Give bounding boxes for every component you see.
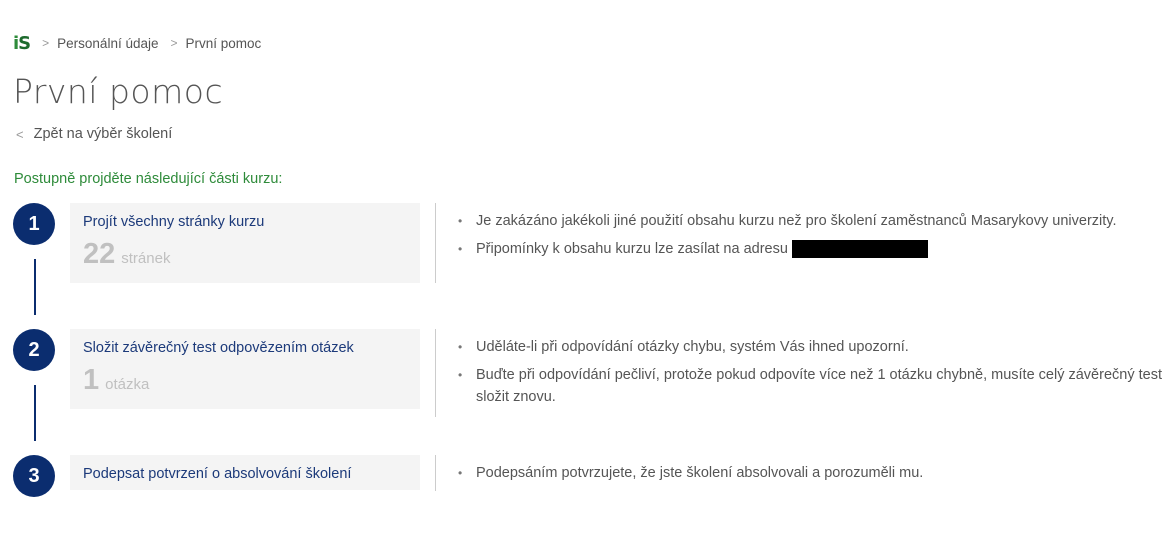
breadcrumb-item-personal-data[interactable]: Personální údaje bbox=[57, 36, 158, 51]
breadcrumb-item-first-aid: První pomoc bbox=[185, 35, 262, 51]
step-count-number: 22 bbox=[83, 238, 116, 270]
step-count: 22 stránek bbox=[83, 239, 407, 269]
intro-text: Postupně projděte následující části kurz… bbox=[14, 171, 283, 187]
step-number-2: 2 bbox=[13, 329, 55, 371]
step-notes-1: Je zakázáno jakékoli jiné použití obsahu… bbox=[458, 210, 1170, 266]
page-title: První pomoc bbox=[13, 72, 224, 111]
chevron-right-icon: > bbox=[170, 36, 178, 50]
list-item: Připomínky k obsahu kurzu lze zasílat na… bbox=[458, 238, 1170, 260]
list-item: Podepsáním potvrzujete, že jste školení … bbox=[458, 462, 1170, 484]
step-number-1: 1 bbox=[13, 203, 55, 245]
divider bbox=[435, 329, 436, 417]
chevron-right-icon: > bbox=[42, 36, 50, 50]
step-title: Projít všechny stránky kurzu bbox=[83, 214, 265, 230]
redacted-email bbox=[791, 240, 928, 259]
step-count: 1 otázka bbox=[83, 365, 407, 395]
breadcrumb: iS > Personální údaje > První pomoc bbox=[13, 32, 261, 54]
step-count-unit: stránek bbox=[121, 250, 171, 267]
divider bbox=[435, 203, 436, 283]
back-link[interactable]: < Zpět na výběr školení bbox=[16, 126, 172, 142]
chevron-left-icon: < bbox=[16, 126, 24, 142]
is-logo[interactable]: iS bbox=[13, 33, 31, 54]
step-card-2: Složit závěrečný test odpovězením otázek… bbox=[70, 329, 420, 409]
list-item: Uděláte-li při odpovídání otázky chybu, … bbox=[458, 336, 1170, 358]
step-notes-3: Podepsáním potvrzujete, že jste školení … bbox=[458, 462, 1170, 490]
divider bbox=[435, 455, 436, 491]
step-card-3: Podepsat potvrzení o absolvování školení bbox=[70, 455, 420, 490]
step-connector bbox=[34, 385, 36, 441]
back-link-label: Zpět na výběr školení bbox=[33, 126, 173, 142]
step-title: Podepsat potvrzení o absolvování školení bbox=[83, 466, 352, 482]
step-number-3: 3 bbox=[13, 455, 55, 497]
step-count-number: 1 bbox=[83, 364, 100, 396]
step-title: Složit závěrečný test odpovězením otázek bbox=[83, 340, 354, 356]
step-count-unit: otázka bbox=[105, 376, 150, 393]
list-item: Buďte při odpovídání pečliví, protože po… bbox=[458, 364, 1170, 408]
list-item: Je zakázáno jakékoli jiné použití obsahu… bbox=[458, 210, 1170, 232]
step-card-1: Projít všechny stránky kurzu 22 stránek bbox=[70, 203, 420, 283]
step-notes-2: Uděláte-li při odpovídání otázky chybu, … bbox=[458, 336, 1170, 414]
step-connector bbox=[34, 259, 36, 315]
